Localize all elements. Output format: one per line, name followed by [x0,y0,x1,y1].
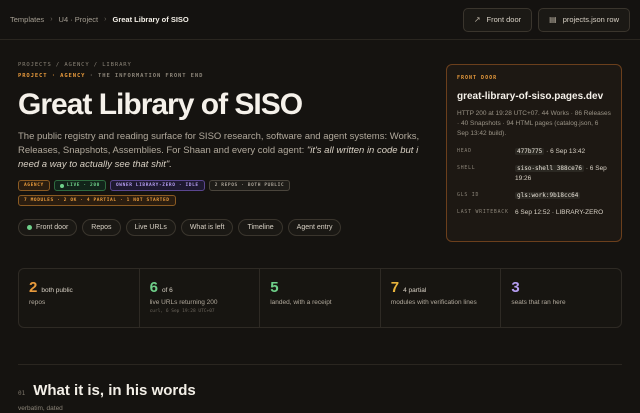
pill-agency: AGENCY [18,180,50,191]
nav-live-urls[interactable]: Live URLs [125,219,176,236]
stat-number: 3 [511,279,520,296]
gls-value: gls:work:9b18cc64 [515,192,581,199]
section-title: What it is, in his words [33,382,196,399]
top-bar: Templates › U4 · Project › Great Library… [0,0,640,40]
description: The public registry and reading surface … [18,130,428,172]
stat-number: 2 [29,279,38,296]
last-writeback-value: 6 Sep 12:52 · LIBRARY-ZERO [515,209,604,216]
breadcrumb-templates[interactable]: Templates [10,15,44,24]
breadcrumb: Templates › U4 · Project › Great Library… [10,15,189,24]
path-label: PROJECTS / AGENCY / LIBRARY [18,62,132,68]
shell-value: siso-shell 388ce76 · 6 Sep 19:26 [515,165,607,182]
pill-owner: OWNER LIBRARY-ZERO · IDLE [109,180,205,191]
breadcrumb-current: Great Library of SISO [112,15,189,24]
nav-agent-entry[interactable]: Agent entry [287,219,342,236]
section-header: 01 What it is, in his words [18,382,196,399]
stat-seats: 3 seats that ran here [511,279,566,306]
external-link-icon: ↗ [473,15,481,24]
nav-front-door[interactable]: Front door [18,219,78,236]
section-subtitle: verbatim, dated [18,405,63,412]
nav-timeline[interactable]: Timeline [238,219,283,236]
page-title: Great Library of SISO [18,88,303,121]
head-key: HEAD [457,149,472,154]
file-icon: ▤ [549,15,557,24]
stat-number: 5 [270,279,279,296]
projects-json-button[interactable]: ▤ projects.json row [538,7,630,32]
front-door-details: HEAD 477b775 · 6 Sep 13:42 SHELL siso-sh… [457,147,611,218]
head-value: 477b775 · 6 Sep 13:42 [515,148,586,155]
divider [18,364,622,365]
live-dot-icon [59,183,64,188]
stat-number: 6 [149,279,158,296]
hero: PROJECTS / AGENCY / LIBRARY PROJECT · AG… [18,62,428,236]
breadcrumb-project[interactable]: U4 · Project [59,15,99,24]
stat-repos: 2 both public repos [19,269,140,327]
pill-modules: 7 MODULES · 2 OK · 4 PARTIAL · 1 NOT STA… [18,195,176,206]
pill-repos: 2 REPOS · BOTH PUBLIC [208,180,291,191]
stat-live-urls: 6 of 6 live URLs returning 200 curl, 6 Se… [140,269,261,327]
projects-json-button-label: projects.json row [562,15,619,24]
front-door-button-label: Front door [486,15,522,24]
status-dot-icon [27,225,32,230]
shell-key: SHELL [457,166,476,171]
section-number: 01 [18,390,26,397]
nav-repos[interactable]: Repos [82,219,121,236]
stat-modules: 74 partial modules with verification lin… [381,269,502,327]
status-pills: AGENCY LIVE · 200 OWNER LIBRARY-ZERO · I… [18,180,348,206]
chevron-right-icon: › [104,16,107,23]
stats-row: 2 both public repos 6 of 6 live URLs retur… [18,268,622,328]
stat-number: 7 [390,279,400,296]
front-door-meta: HTTP 200 at 19:28 UTC+07. 44 Works · 86 … [457,110,611,137]
last-writeback-key: LAST WRITEBACK [457,210,509,215]
front-door-url[interactable]: great-library-of-siso.pages.dev [457,91,611,102]
section-nav: Front door Repos Live URLs What is left … [18,219,428,236]
tagline: PROJECT · AGENCY · THE INFORMATION FRONT… [18,73,428,79]
front-door-card: FRONT DOOR great-library-of-siso.pages.d… [446,64,622,242]
tagline-rest: · THE INFORMATION FRONT END [85,73,204,79]
card-label: FRONT DOOR [457,75,498,81]
gls-key: GLS ID [457,193,480,198]
pill-live: LIVE · 200 [53,180,106,191]
nav-what-is-left[interactable]: What is left [180,219,234,236]
front-door-button[interactable]: ↗ Front door [462,7,533,32]
tagline-project: PROJECT · AGENCY [18,73,86,79]
stat-landed: 5 landed, with a receipt [260,269,381,327]
chevron-right-icon: › [50,16,53,23]
